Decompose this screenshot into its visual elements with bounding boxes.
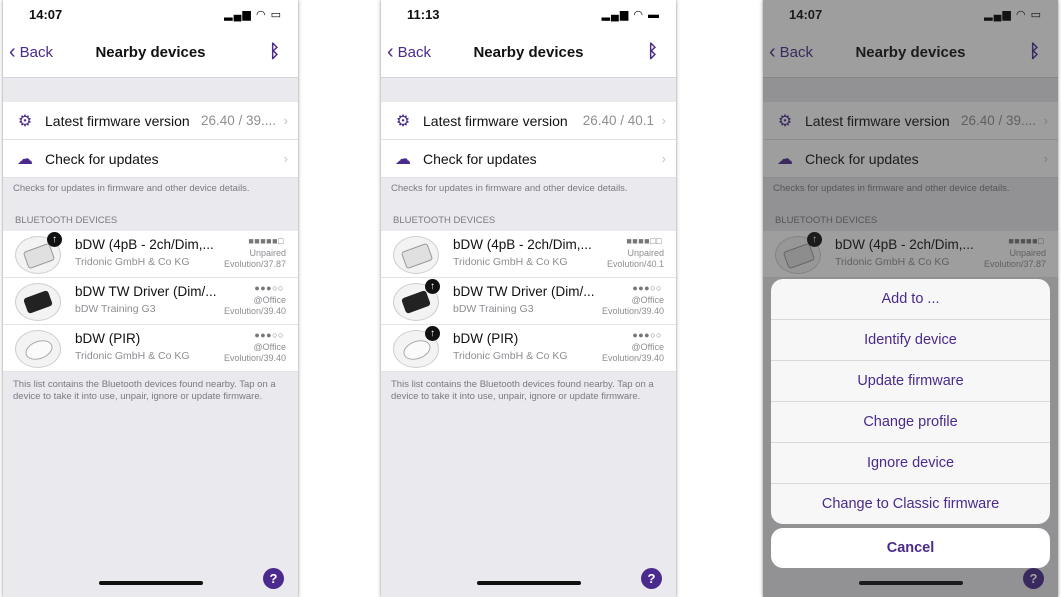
device-version: Evolution/39.40 bbox=[223, 353, 286, 363]
check-updates-row[interactable]: ☁ Check for updates › bbox=[381, 140, 676, 178]
firmware-value: 26.40 / 40.1 bbox=[582, 113, 654, 128]
bluetooth-icon[interactable]: ᛒ bbox=[269, 41, 280, 62]
device-name: bDW (4pB - 2ch/Dim,... bbox=[75, 237, 214, 252]
device-version: Evolution/37.87 bbox=[223, 259, 286, 269]
chevron-right-icon: › bbox=[283, 151, 288, 166]
device-thumbnail bbox=[15, 330, 61, 368]
firmware-version-row[interactable]: ⚙ Latest firmware version 26.40 / 40.1 › bbox=[381, 102, 676, 140]
chevron-right-icon: › bbox=[661, 151, 666, 166]
signal-strength: ●●●○○ bbox=[632, 330, 662, 340]
device-version: Evolution/39.40 bbox=[601, 353, 664, 363]
arrow-up-icon: ↑ bbox=[425, 326, 440, 341]
action-update-firmware[interactable]: Update firmware bbox=[771, 361, 1050, 402]
updates-note: Checks for updates in firmware and other… bbox=[391, 183, 628, 194]
arrow-up-icon: ↑ bbox=[425, 279, 440, 294]
check-updates-row[interactable]: ☁ Check for updates › bbox=[3, 140, 298, 178]
firmware-value: 26.40 / 39.... bbox=[200, 113, 276, 128]
signal-strength: ●●●○○ bbox=[632, 283, 662, 293]
check-updates-label: Check for updates bbox=[423, 150, 537, 167]
arrow-up-icon: ↑ bbox=[47, 232, 62, 247]
device-row[interactable]: ↑ bDW TW Driver (Dim/... bDW Training G3… bbox=[381, 278, 676, 325]
device-status: @Office bbox=[631, 295, 664, 305]
device-status: @Office bbox=[253, 295, 286, 305]
signal-strength: ■■■■□□ bbox=[626, 236, 662, 246]
system-status-icons: ▂▄▆ ◠ ▬ bbox=[601, 9, 660, 21]
section-header: BLUETOOTH DEVICES bbox=[393, 215, 496, 226]
bluetooth-icon[interactable]: ᛒ bbox=[647, 41, 658, 62]
device-name: bDW TW Driver (Dim/... bbox=[453, 284, 595, 299]
action-add-to[interactable]: Add to ... bbox=[771, 279, 1050, 320]
cloud-icon: ☁ bbox=[17, 150, 33, 168]
phone-screen-3: 14:07 ▂▄▆ ◠ ▭ ‹ Back Nearby devices ᛒ ⚙ L… bbox=[763, 0, 1058, 597]
action-change-profile[interactable]: Change profile bbox=[771, 402, 1050, 443]
device-status: Unpaired bbox=[627, 248, 664, 258]
device-status: @Office bbox=[631, 342, 664, 352]
phone-screen-1: 14:07 ▂▄▆ ◠ ▭ ‹ Back Nearby devices ᛒ ⚙ L… bbox=[3, 0, 298, 597]
nav-bar: ‹ Back Nearby devices ᛒ bbox=[3, 30, 298, 78]
chevron-right-icon: › bbox=[661, 113, 666, 128]
action-sheet: Add to ... Identify device Update firmwa… bbox=[771, 279, 1050, 524]
list-footer-note: This list contains the Bluetooth devices… bbox=[391, 379, 654, 402]
cancel-button[interactable]: Cancel bbox=[771, 528, 1050, 568]
device-manufacturer: bDW Training G3 bbox=[453, 303, 534, 315]
check-updates-label: Check for updates bbox=[45, 150, 159, 167]
device-manufacturer: Tridonic GmbH & Co KG bbox=[75, 256, 190, 268]
device-name: bDW (PIR) bbox=[453, 331, 519, 346]
device-version: Evolution/39.40 bbox=[601, 306, 664, 316]
signal-strength: ●●●○○ bbox=[254, 283, 284, 293]
device-row[interactable]: bDW (4pB - 2ch/Dim,... Tridonic GmbH & C… bbox=[381, 231, 676, 278]
gears-icon: ⚙ bbox=[17, 112, 33, 130]
updates-note: Checks for updates in firmware and other… bbox=[13, 183, 250, 194]
firmware-label: Latest firmware version bbox=[45, 112, 190, 129]
page-title: Nearby devices bbox=[473, 44, 584, 61]
status-bar: 14:07 ▂▄▆ ◠ ▭ bbox=[3, 0, 298, 30]
device-row[interactable]: bDW (PIR) Tridonic GmbH & Co KG ●●●○○ @O… bbox=[3, 325, 298, 372]
firmware-label: Latest firmware version bbox=[423, 112, 568, 129]
signal-strength: ●●●○○ bbox=[254, 330, 284, 340]
device-name: bDW TW Driver (Dim/... bbox=[75, 284, 217, 299]
home-indicator[interactable] bbox=[98, 581, 203, 585]
chevron-right-icon: › bbox=[283, 113, 288, 128]
status-time: 11:13 bbox=[407, 7, 440, 22]
device-thumbnail bbox=[393, 236, 439, 274]
action-change-classic-firmware[interactable]: Change to Classic firmware bbox=[771, 484, 1050, 524]
device-name: bDW (PIR) bbox=[75, 331, 141, 346]
nav-bar: ‹ Back Nearby devices ᛒ bbox=[381, 30, 676, 78]
device-status: Unpaired bbox=[249, 248, 286, 258]
device-manufacturer: Tridonic GmbH & Co KG bbox=[453, 256, 568, 268]
device-thumbnail bbox=[15, 283, 61, 321]
action-ignore-device[interactable]: Ignore device bbox=[771, 443, 1050, 484]
help-icon[interactable]: ? bbox=[263, 568, 284, 589]
device-row[interactable]: bDW TW Driver (Dim/... bDW Training G3 ●… bbox=[3, 278, 298, 325]
system-status-icons: ▂▄▆ ◠ ▭ bbox=[224, 9, 282, 21]
gears-icon: ⚙ bbox=[395, 112, 411, 130]
device-version: Evolution/39.40 bbox=[223, 306, 286, 316]
firmware-version-row[interactable]: ⚙ Latest firmware version 26.40 / 39....… bbox=[3, 102, 298, 140]
action-identify-device[interactable]: Identify device bbox=[771, 320, 1050, 361]
page-title: Nearby devices bbox=[95, 44, 206, 61]
device-version: Evolution/40.1 bbox=[606, 259, 664, 269]
list-footer-note: This list contains the Bluetooth devices… bbox=[13, 379, 276, 402]
status-time: 14:07 bbox=[29, 7, 63, 22]
device-status: @Office bbox=[253, 342, 286, 352]
device-name: bDW (4pB - 2ch/Dim,... bbox=[453, 237, 592, 252]
signal-strength: ■■■■■□ bbox=[248, 236, 284, 246]
status-bar: 11:13 ▂▄▆ ◠ ▬ bbox=[381, 0, 676, 30]
phone-screen-2: 11:13 ▂▄▆ ◠ ▬ ‹ Back Nearby devices ᛒ ⚙ L… bbox=[381, 0, 676, 597]
device-row[interactable]: ↑ bDW (PIR) Tridonic GmbH & Co KG ●●●○○ … bbox=[381, 325, 676, 372]
help-icon[interactable]: ? bbox=[641, 568, 662, 589]
device-manufacturer: Tridonic GmbH & Co KG bbox=[453, 350, 568, 362]
cloud-icon: ☁ bbox=[395, 150, 411, 168]
device-manufacturer: bDW Training G3 bbox=[75, 303, 156, 315]
section-header: BLUETOOTH DEVICES bbox=[15, 215, 118, 226]
device-row[interactable]: ↑ bDW (4pB - 2ch/Dim,... Tridonic GmbH &… bbox=[3, 231, 298, 278]
device-manufacturer: Tridonic GmbH & Co KG bbox=[75, 350, 190, 362]
home-indicator[interactable] bbox=[476, 581, 581, 585]
